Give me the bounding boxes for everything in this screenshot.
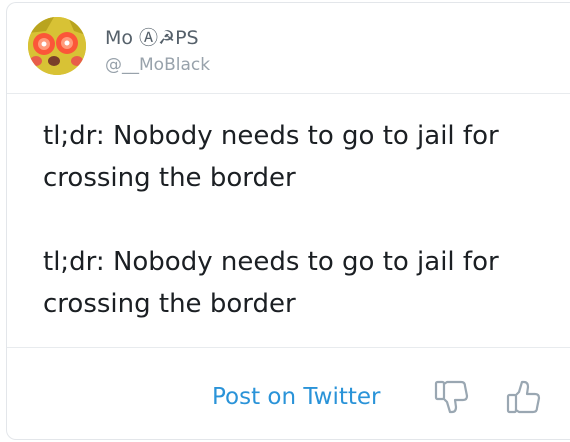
tweet-paragraph: tl;dr: Nobody needs to go to jail for cr… — [43, 247, 499, 319]
thumbs-up-icon — [506, 380, 541, 414]
thumbs-down-icon — [434, 380, 469, 414]
tweet-paragraph: tl;dr: Nobody needs to go to jail for cr… — [43, 121, 499, 193]
tweet-body: tl;dr: Nobody needs to go to jail for cr… — [43, 115, 543, 325]
avatar-image — [28, 17, 86, 75]
post-on-twitter-link[interactable]: Post on Twitter — [212, 384, 380, 410]
tweet-header: Mo Ⓐ☭PS @__MoBlack — [7, 3, 570, 94]
user-handle[interactable]: @__MoBlack — [105, 55, 210, 75]
tweet-footer: Post on Twitter — [7, 347, 570, 440]
thumbs-up-button[interactable] — [505, 378, 543, 416]
embedded-tweet-card: Mo Ⓐ☭PS @__MoBlack tl;dr: Nobody needs t… — [6, 2, 570, 440]
avatar[interactable] — [28, 17, 86, 75]
display-name[interactable]: Mo Ⓐ☭PS — [105, 23, 199, 50]
thumbs-down-button[interactable] — [433, 378, 471, 416]
